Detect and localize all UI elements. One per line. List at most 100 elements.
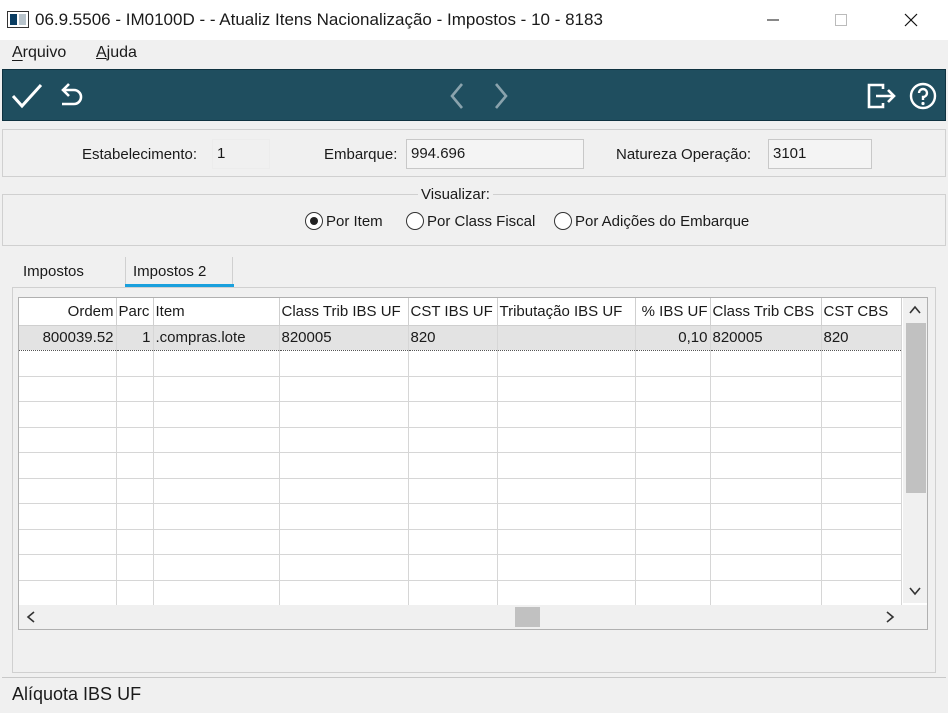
table-row[interactable] — [19, 478, 902, 504]
table-cell — [116, 350, 154, 377]
table-cell — [821, 478, 902, 504]
table-cell — [635, 478, 711, 504]
table-cell — [153, 554, 280, 581]
table-cell — [153, 580, 280, 606]
table-cell — [116, 452, 154, 479]
table-cell — [710, 580, 822, 606]
table-cell — [408, 503, 498, 530]
help-button[interactable] — [905, 78, 941, 114]
radio-selected-icon — [305, 212, 323, 230]
table-cell — [635, 529, 711, 555]
close-button[interactable] — [888, 6, 934, 34]
tab-impostos[interactable]: Impostos — [23, 263, 84, 280]
radio-por-adicoes-label: Por Adições do Embarque — [575, 212, 750, 230]
table-cell — [408, 478, 498, 504]
tab-impostos-2[interactable]: Impostos 2 — [125, 257, 233, 287]
status-bar: Alíquota IBS UF — [2, 677, 946, 711]
table-cell: 820 — [821, 324, 902, 351]
natureza-operacao-label: Natureza Operação: — [616, 146, 752, 163]
column-header-pct-ibs-uf[interactable]: % IBS UF — [635, 298, 711, 326]
exit-button[interactable] — [863, 78, 899, 114]
estabelecimento-label: Estabelecimento: — [82, 146, 198, 163]
scroll-down-icon — [909, 587, 921, 596]
table-row[interactable] — [19, 554, 902, 581]
title-bar: 06.9.5506 - IM0100D - - Atualiz Itens Na… — [0, 0, 948, 40]
data-grid[interactable]: Ordem Parc Item Class Trib IBS UF CST IB… — [18, 297, 928, 630]
minimize-button[interactable] — [750, 6, 796, 34]
natureza-operacao-field[interactable]: 3101 — [768, 139, 872, 169]
table-row[interactable] — [19, 350, 902, 377]
vertical-scrollbar[interactable] — [903, 298, 927, 603]
horizontal-scroll-thumb[interactable] — [515, 607, 540, 627]
table-cell — [116, 503, 154, 530]
table-cell — [408, 580, 498, 606]
chevron-left-icon — [450, 83, 463, 109]
table-cell — [19, 503, 117, 530]
table-row[interactable] — [19, 376, 902, 402]
radio-unselected-icon — [406, 212, 424, 230]
column-header-parc[interactable]: Parc — [116, 298, 154, 326]
confirm-button[interactable] — [9, 78, 45, 114]
table-cell — [19, 452, 117, 479]
table-cell — [19, 401, 117, 428]
table-cell — [116, 529, 154, 555]
radio-por-class-fiscal[interactable]: Por Class Fiscal — [406, 212, 535, 230]
column-header-cst-cbs[interactable]: CST CBS — [821, 298, 902, 326]
table-cell — [153, 503, 280, 530]
undo-icon — [61, 83, 83, 106]
scroll-left-icon — [26, 611, 35, 623]
table-cell: 820005 — [279, 324, 409, 351]
estabelecimento-field[interactable]: 1 — [212, 139, 270, 169]
table-cell — [710, 452, 822, 479]
table-row[interactable] — [19, 427, 902, 453]
maximize-button — [818, 6, 864, 34]
table-cell — [19, 427, 117, 453]
grid-table: Ordem Parc Item Class Trib IBS UF CST IB… — [19, 298, 902, 606]
table-cell — [497, 427, 636, 453]
column-header-cst-ibs-uf[interactable]: CST IBS UF — [408, 298, 498, 326]
horizontal-scrollbar[interactable] — [19, 605, 903, 629]
table-cell — [635, 554, 711, 581]
table-cell — [19, 554, 117, 581]
table-cell — [635, 376, 711, 402]
column-header-class-trib-cbs[interactable]: Class Trib CBS — [710, 298, 822, 326]
table-cell — [153, 350, 280, 377]
column-header-ordem[interactable]: Ordem — [19, 298, 117, 326]
column-header-tributacao-ibs-uf[interactable]: Tributação IBS UF — [497, 298, 636, 326]
radio-por-item[interactable]: Por Item — [305, 212, 383, 230]
table-cell: 1 — [116, 324, 154, 351]
table-cell — [279, 427, 409, 453]
next-button[interactable] — [483, 78, 519, 114]
table-row[interactable] — [19, 580, 902, 606]
table-row[interactable] — [19, 503, 902, 530]
embarque-field[interactable]: 994.696 — [406, 139, 584, 169]
table-cell — [279, 580, 409, 606]
menu-arquivo[interactable]: Arquivo — [12, 44, 66, 62]
table-row[interactable] — [19, 401, 902, 428]
table-cell — [116, 376, 154, 402]
table-cell — [710, 503, 822, 530]
previous-button[interactable] — [439, 78, 475, 114]
table-cell — [497, 401, 636, 428]
table-cell — [710, 529, 822, 555]
table-cell — [497, 554, 636, 581]
table-cell — [821, 529, 902, 555]
table-cell — [279, 478, 409, 504]
column-header-item[interactable]: Item — [153, 298, 280, 326]
table-row[interactable] — [19, 529, 902, 555]
table-row[interactable] — [19, 452, 902, 479]
undo-button[interactable] — [53, 78, 89, 114]
table-cell — [279, 452, 409, 479]
table-cell — [153, 529, 280, 555]
visualizar-title: Visualizar: — [418, 186, 493, 203]
menu-bar: Arquivo Ajuda — [0, 40, 948, 68]
table-cell — [497, 350, 636, 377]
radio-por-adicoes[interactable]: Por Adições do Embarque — [554, 212, 749, 230]
table-cell — [408, 401, 498, 428]
scroll-right-icon — [886, 611, 895, 623]
table-row[interactable]: 800039.52 1 .compras.lote 820005 820 0,10 8200… — [19, 324, 902, 351]
vertical-scroll-thumb[interactable] — [906, 323, 926, 493]
table-cell — [710, 478, 822, 504]
column-header-class-trib-ibs-uf[interactable]: Class Trib IBS UF — [279, 298, 409, 326]
menu-ajuda[interactable]: Ajuda — [96, 44, 137, 62]
